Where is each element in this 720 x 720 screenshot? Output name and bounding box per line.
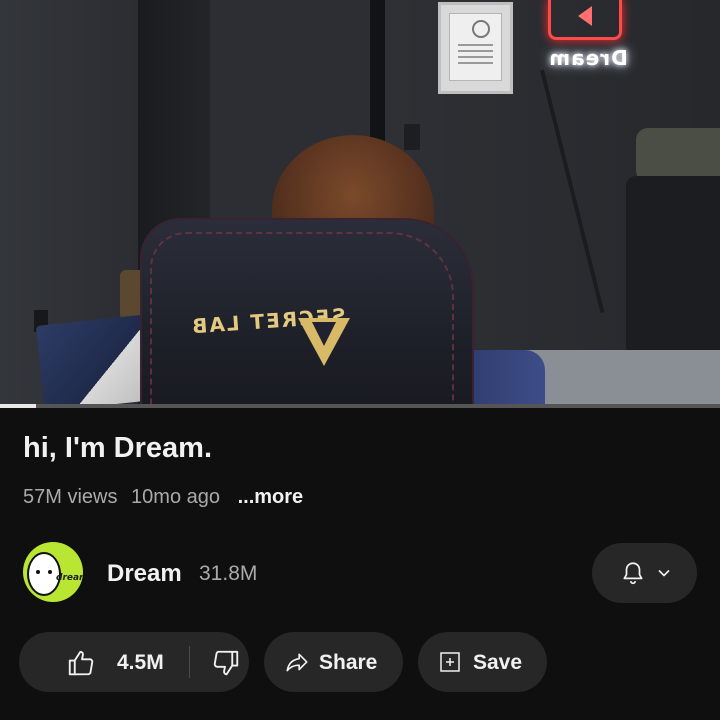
save-playlist-icon [440,652,460,672]
view-count: 57M views [23,486,118,508]
thumbs-down-icon[interactable] [211,648,241,678]
more-link[interactable]: ...more [238,486,304,508]
framed-certificate [438,2,513,94]
channel-row: dream Dream 31.8M [0,540,720,606]
avatar-logo-text: dream [56,573,83,583]
save-label: Save [473,651,523,674]
chair-emblem-inner [312,322,336,346]
share-button[interactable]: Share [264,632,403,692]
chevron-down-icon [658,569,670,577]
like-dislike-pill: 4.5M [19,632,249,692]
action-bar: 4.5M Share Save [0,632,720,694]
floor [520,350,720,406]
subscription-bell-button[interactable] [592,543,697,603]
subscriber-count: 31.8M [199,562,258,585]
desk-items [35,314,155,406]
channel-name[interactable]: Dream [107,560,182,588]
share-label: Share [319,651,378,674]
neon-play-sign [548,0,622,40]
progress-bar[interactable] [0,404,720,408]
share-arrow-icon [286,653,308,672]
video-title: hi, I'm Dream. [23,432,213,464]
upload-age: 10mo ago [131,486,221,508]
video-meta[interactable]: 57M views 10mo ago ...more [23,486,311,509]
wall-outlet [404,124,420,150]
like-count: 4.5M [117,651,164,674]
bell-icon [623,562,643,585]
video-player[interactable]: Dream SECRET LAB [0,0,720,406]
neon-sign-text: Dream [548,46,628,70]
channel-avatar[interactable]: dream [23,542,83,602]
progress-bar-fill [0,404,36,408]
save-button[interactable]: Save [418,632,547,692]
thumbs-up-icon[interactable] [66,648,96,678]
like-divider [189,646,190,678]
